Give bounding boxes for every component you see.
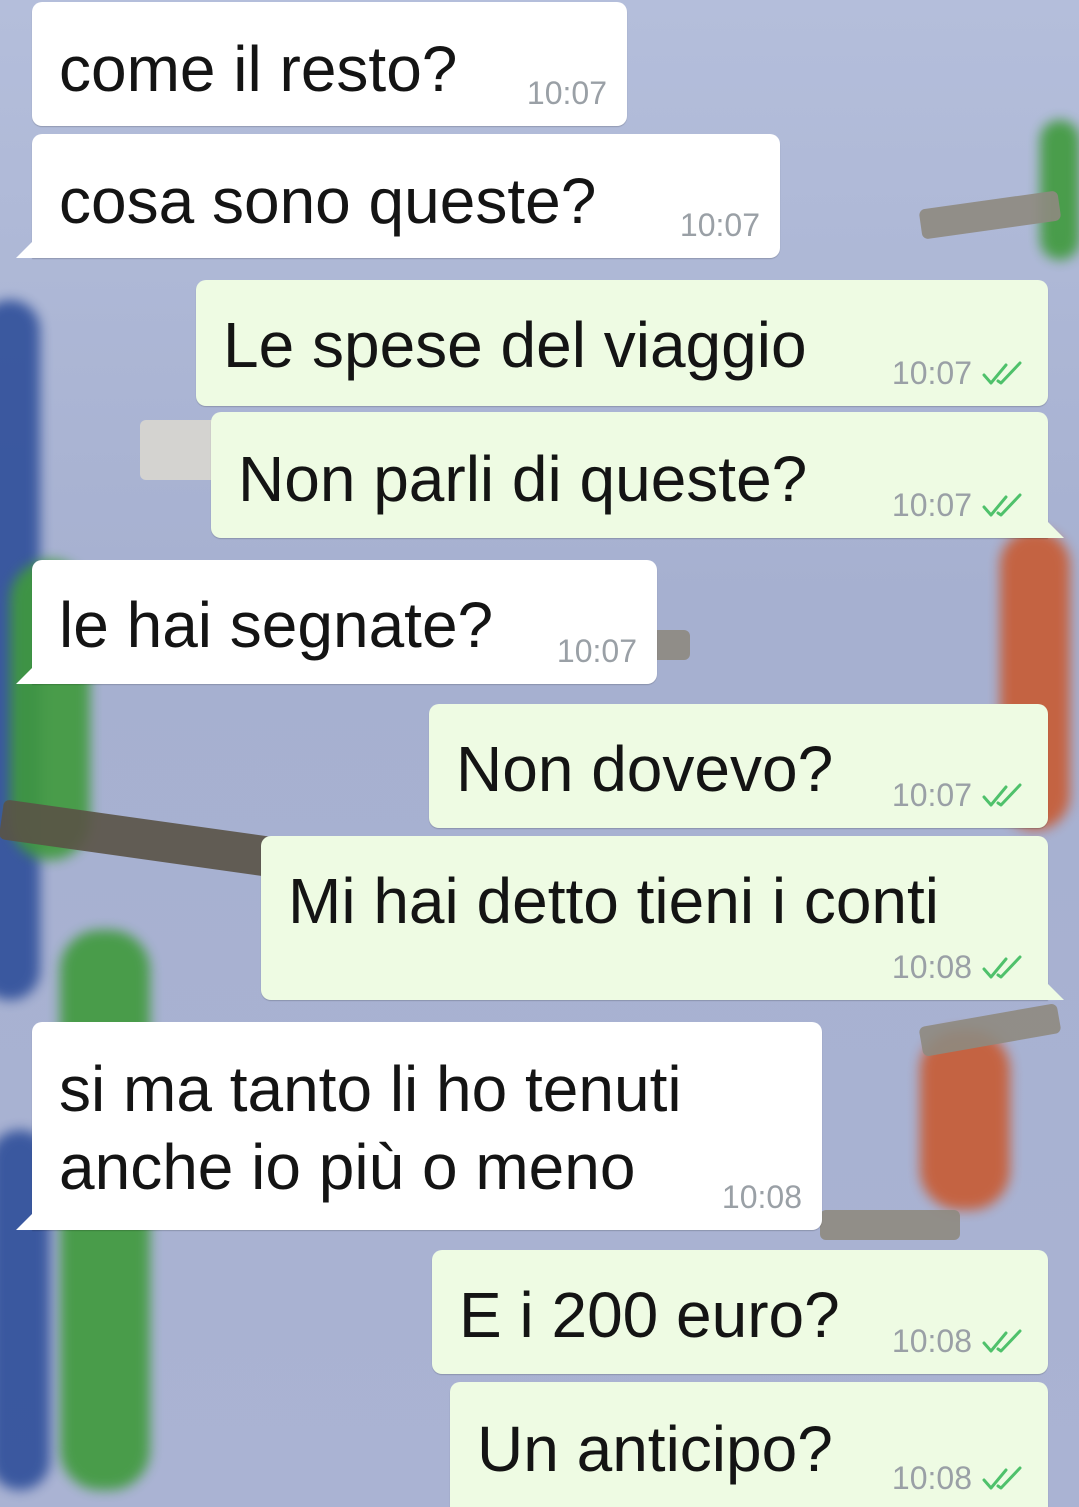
message-text: Un anticipo? — [477, 1413, 833, 1485]
double-check-icon — [982, 1329, 1022, 1352]
message-time: 10:08 — [721, 1179, 802, 1215]
message-text: si ma tanto li ho tenuti anche io più o … — [59, 1053, 682, 1203]
message-time: 10:08 — [891, 1460, 972, 1496]
message-text: Mi hai detto tieni i conti — [288, 865, 939, 937]
message-meta: 10:08 — [892, 1460, 1028, 1497]
message-text: come il resto? — [59, 33, 458, 105]
double-check-icon — [982, 1466, 1022, 1489]
chat-thread[interactable]: come il resto? 10:07 cosa sono queste? 1… — [0, 0, 1079, 1507]
bubble-tail — [16, 1212, 34, 1230]
double-check-icon — [982, 783, 1022, 806]
bubble-tail — [1046, 520, 1064, 538]
message-bubble-outgoing[interactable]: Non dovevo? 10:07 — [429, 704, 1048, 828]
message-bubble-incoming[interactable]: si ma tanto li ho tenuti anche io più o … — [16, 1022, 822, 1230]
message-bubble-incoming[interactable]: cosa sono queste? 10:07 — [16, 134, 780, 258]
message-time: 10:08 — [891, 1323, 972, 1359]
message-text: cosa sono queste? — [59, 165, 597, 237]
message-time: 10:07 — [891, 355, 972, 391]
bubble-tail — [1046, 982, 1064, 1000]
message-meta: 10:07 — [892, 777, 1028, 814]
message-meta: 10:07 — [680, 207, 760, 244]
bubble-tail — [16, 240, 34, 258]
bubble-tail — [16, 666, 34, 684]
message-meta: 10:08 — [722, 1179, 802, 1216]
message-meta: 10:08 — [892, 1323, 1028, 1360]
message-bubble-outgoing[interactable]: Mi hai detto tieni i conti 10:08 — [261, 836, 1064, 1000]
message-time: 10:07 — [526, 75, 607, 111]
double-check-icon — [982, 361, 1022, 384]
message-bubble-outgoing[interactable]: Non parli di queste? 10:07 — [211, 412, 1064, 538]
message-time: 10:07 — [891, 777, 972, 813]
message-time: 10:07 — [891, 487, 972, 523]
message-text: Non parli di queste? — [238, 443, 808, 515]
message-bubble-incoming[interactable]: le hai segnate? 10:07 — [16, 560, 657, 684]
message-meta: 10:07 — [892, 355, 1028, 392]
double-check-icon — [982, 493, 1022, 516]
message-bubble-outgoing[interactable]: Un anticipo? 10:08 — [450, 1382, 1048, 1507]
message-bubble-incoming[interactable]: come il resto? 10:07 — [32, 2, 627, 126]
message-meta: 10:07 — [557, 633, 637, 670]
message-meta: 10:07 — [527, 75, 607, 112]
message-bubble-outgoing[interactable]: E i 200 euro? 10:08 — [432, 1250, 1048, 1374]
message-time: 10:07 — [679, 207, 760, 243]
message-meta: 10:07 — [892, 487, 1028, 524]
message-text: Non dovevo? — [456, 733, 834, 805]
message-time: 10:08 — [891, 949, 972, 985]
message-text: Le spese del viaggio — [223, 309, 807, 381]
message-text: E i 200 euro? — [459, 1279, 840, 1351]
message-meta: 10:08 — [892, 949, 1028, 986]
message-bubble-outgoing[interactable]: Le spese del viaggio 10:07 — [196, 280, 1048, 406]
double-check-icon — [982, 955, 1022, 978]
message-time: 10:07 — [556, 633, 637, 669]
message-text: le hai segnate? — [59, 589, 494, 661]
